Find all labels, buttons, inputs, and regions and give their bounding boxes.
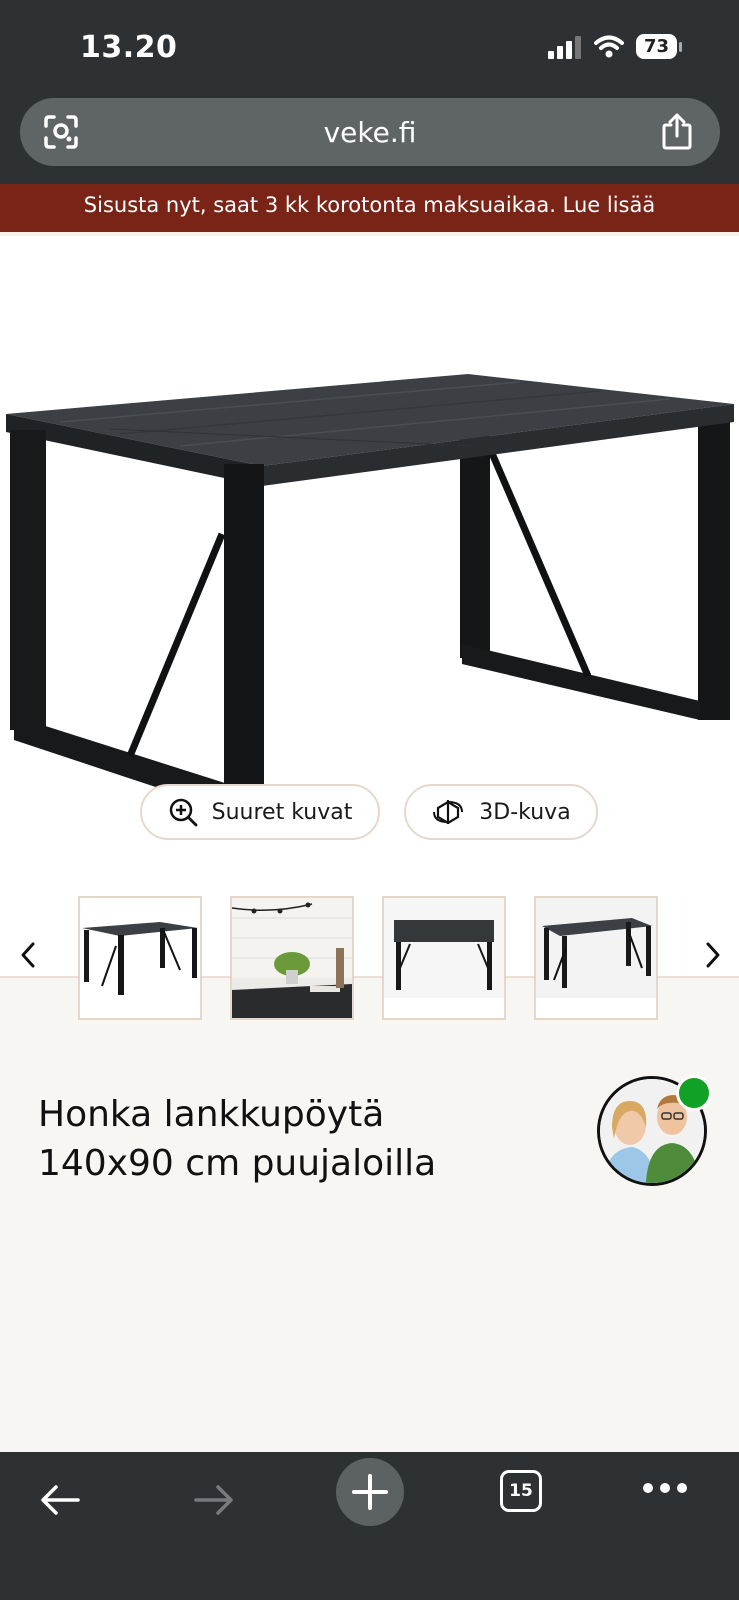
online-status-indicator (676, 1075, 712, 1111)
product-title-line1: Honka lankkupöytä (38, 1094, 385, 1135)
address-bar[interactable]: veke.fi (20, 98, 720, 166)
view-3d-button[interactable]: 3D-kuva (404, 784, 598, 840)
status-bar: 13.20 73 (0, 0, 739, 92)
thumbnail-image (80, 898, 200, 1018)
large-images-button[interactable]: Suuret kuvat (140, 784, 380, 840)
chevron-right-icon[interactable] (697, 940, 727, 970)
battery-indicator: 73 (635, 34, 683, 59)
zoom-icon (169, 798, 198, 827)
page-content (0, 236, 739, 1454)
view-3d-label[interactable]: 3D-kuva (479, 800, 570, 825)
clock: 13.20 (80, 30, 178, 65)
product-main-image[interactable] (0, 236, 739, 976)
thumbnail-image (232, 898, 352, 1018)
promo-text[interactable]: Sisusta nyt, saat 3 kk korotonta maksuai… (84, 193, 655, 217)
tab-switcher-button[interactable]: 15 (500, 1470, 542, 1512)
thumbnail-2[interactable] (230, 896, 354, 1020)
new-tab-button[interactable] (336, 1458, 404, 1526)
thumbnail-3[interactable] (382, 896, 506, 1020)
table-image (6, 374, 734, 814)
product-title: Honka lankkupöytä 140x90 cm puujaloilla (38, 1090, 558, 1188)
browser-toolbar: 15 (0, 1452, 739, 1600)
share-icon[interactable] (660, 112, 694, 150)
product-title-line2: 140x90 cm puujaloilla (38, 1143, 437, 1184)
thumbnail-image (536, 898, 656, 1018)
wifi-icon (593, 35, 624, 57)
rotate-3d-icon (433, 800, 464, 825)
large-images-label[interactable]: Suuret kuvat (212, 800, 353, 825)
forward-icon[interactable] (192, 1482, 236, 1518)
tab-count: 15 (509, 1481, 533, 1501)
status-icons: 73 (547, 34, 683, 59)
chevron-left-icon[interactable] (14, 940, 44, 970)
thumbnail-4[interactable] (534, 896, 658, 1020)
thumbnail-1[interactable] (78, 896, 202, 1020)
more-icon[interactable] (642, 1482, 688, 1494)
back-icon[interactable] (38, 1482, 82, 1518)
thumbnail-image (384, 898, 504, 1018)
gallery-section (0, 976, 739, 1454)
signal-icon (547, 35, 581, 59)
promo-banner[interactable]: Sisusta nyt, saat 3 kk korotonta maksuai… (0, 184, 739, 236)
url-text[interactable]: veke.fi (20, 116, 720, 149)
